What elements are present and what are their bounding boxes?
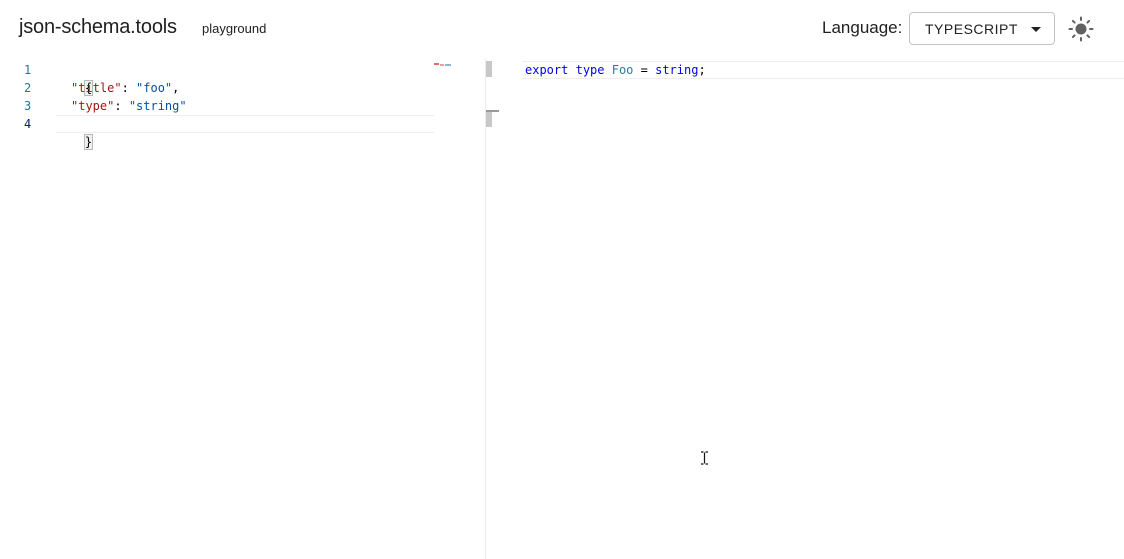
language-select[interactable]: TYPESCRIPT	[909, 12, 1055, 45]
scrollbar-marker	[486, 110, 492, 127]
json-key: "type"	[71, 99, 115, 113]
theme-toggle-button[interactable]	[1068, 16, 1094, 42]
code-line[interactable]: "type": "string"	[71, 97, 187, 115]
minimap[interactable]	[434, 63, 452, 67]
json-separator: :	[121, 81, 137, 95]
current-line-highlight	[56, 115, 434, 133]
type-name: Foo	[611, 63, 634, 77]
schema-editor[interactable]: 1 2 3 4 { "title": "foo", "type": "strin…	[0, 58, 485, 559]
app-subtitle: playground	[202, 21, 267, 36]
close-brace: }	[83, 134, 94, 150]
json-key: "title"	[71, 81, 122, 95]
equals-sign: =	[633, 63, 656, 77]
caret-down-icon	[1031, 27, 1041, 32]
line-number: 2	[24, 81, 32, 95]
code-line[interactable]: }	[56, 115, 94, 150]
keyword-export: export	[525, 63, 569, 77]
json-value: "string"	[128, 99, 187, 113]
app-header: json-schema.tools playground Language: T…	[0, 0, 1124, 58]
keyword-type: type	[575, 63, 605, 77]
json-comma: ,	[172, 81, 180, 95]
line-number: 3	[24, 99, 32, 113]
scrollbar-marker	[486, 61, 492, 77]
output-editor[interactable]: export type Foo = string;	[485, 58, 1124, 559]
text-cursor-icon	[701, 451, 708, 465]
code-line[interactable]: {	[56, 61, 94, 96]
language-label: Language:	[822, 18, 903, 37]
line-number: 4	[24, 117, 32, 131]
language-select-value: TYPESCRIPT	[925, 21, 1018, 37]
code-line[interactable]: export type Foo = string;	[525, 61, 706, 79]
sun-icon	[1068, 16, 1094, 42]
json-separator: :	[114, 99, 129, 113]
semicolon: ;	[698, 63, 706, 77]
code-line[interactable]: "title": "foo",	[71, 79, 179, 97]
line-number: 1	[24, 63, 32, 77]
json-value: "foo"	[136, 81, 173, 95]
type-value: string	[655, 63, 699, 77]
app-title[interactable]: json-schema.tools	[19, 16, 177, 39]
overview-ruler-mark	[486, 110, 499, 112]
